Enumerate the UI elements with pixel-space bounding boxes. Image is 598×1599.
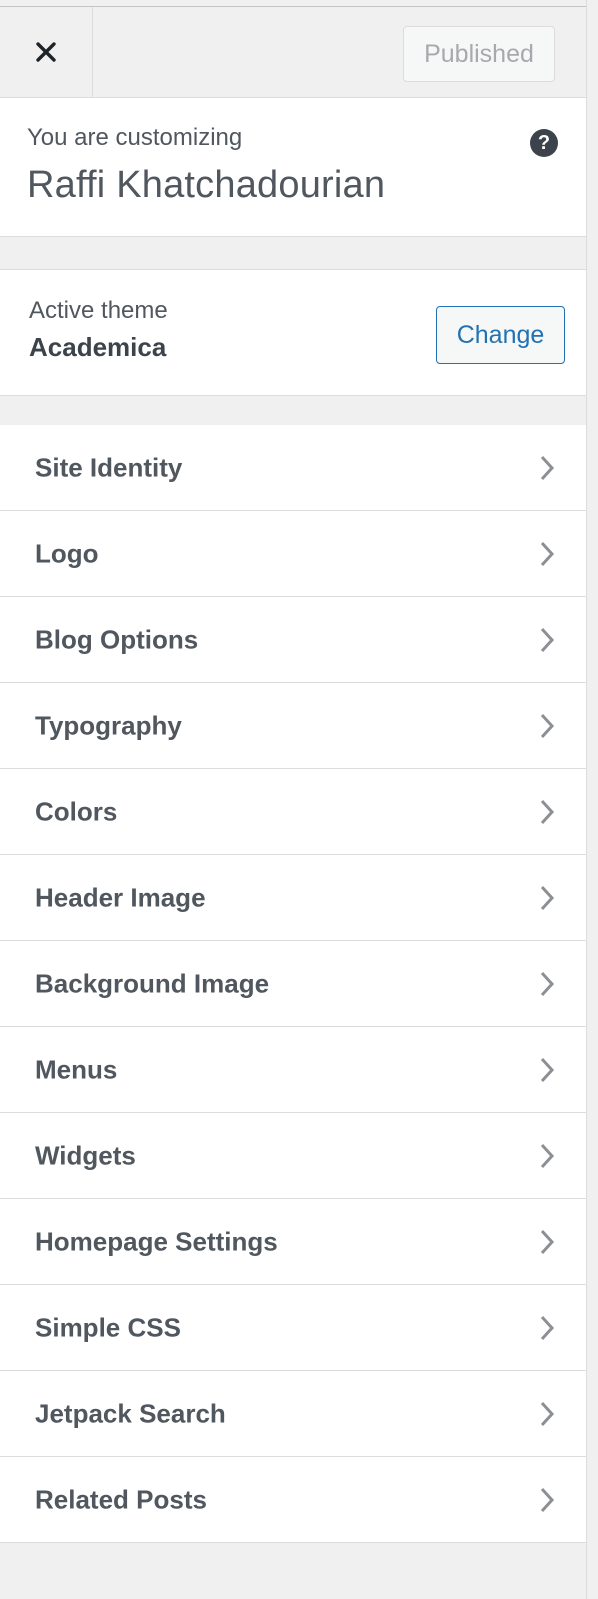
section-label: Typography [35,710,182,740]
help-icon[interactable]: ? [530,129,558,157]
section-item-menus[interactable]: Menus [0,1027,586,1113]
chevron-right-icon [540,541,555,566]
sections-list: Site Identity Logo Blog Options Typography C… [0,425,586,1543]
section-label: Header Image [35,882,206,912]
section-item-homepage-settings[interactable]: Homepage Settings [0,1199,586,1285]
active-theme-name: Academica [29,332,167,362]
chevron-right-icon [540,1057,555,1082]
section-label: Menus [35,1054,118,1084]
chevron-right-icon [540,799,555,824]
chevron-right-icon [540,1315,555,1340]
customizer-info: You are customizing Raffi Khatchadourian… [0,98,586,237]
chevron-right-icon [540,713,555,738]
section-item-colors[interactable]: Colors [0,769,586,855]
chevron-right-icon [540,1229,555,1254]
section-item-logo[interactable]: Logo [0,511,586,597]
customizer-header: Published [0,7,586,98]
section-label: Blog Options [35,624,199,654]
section-item-header-image[interactable]: Header Image [0,855,586,941]
close-icon [36,42,56,62]
chevron-right-icon [540,1401,555,1426]
section-item-simple-css[interactable]: Simple CSS [0,1285,586,1371]
active-theme-label: Active theme [29,297,168,324]
section-item-blog-options[interactable]: Blog Options [0,597,586,683]
section-label: Widgets [35,1140,136,1170]
section-label: Jetpack Search [35,1398,226,1428]
chevron-right-icon [540,971,555,996]
section-item-site-identity[interactable]: Site Identity [0,425,586,511]
chevron-right-icon [540,1487,555,1512]
section-label: Homepage Settings [35,1226,278,1256]
published-button[interactable]: Published [403,26,555,82]
change-theme-button[interactable]: Change [436,306,565,364]
customizing-label: You are customizing [27,124,243,151]
section-label: Related Posts [35,1484,207,1514]
customizer-sidebar: Published You are customizing Raffi Khat… [0,0,587,1599]
section-item-background-image[interactable]: Background Image [0,941,586,1027]
active-theme-panel: Active theme Academica Change [0,269,586,396]
section-label: Background Image [35,968,270,998]
close-button[interactable] [0,7,93,97]
section-item-jetpack-search[interactable]: Jetpack Search [0,1371,586,1457]
section-label: Logo [35,538,99,568]
section-label: Simple CSS [35,1312,181,1342]
section-item-typography[interactable]: Typography [0,683,586,769]
site-title: Raffi Khatchadourian [27,164,386,206]
section-label: Site Identity [35,452,183,482]
chevron-right-icon [540,455,555,480]
section-item-related-posts[interactable]: Related Posts [0,1457,586,1543]
chevron-right-icon [540,627,555,652]
chevron-right-icon [540,885,555,910]
chevron-right-icon [540,1143,555,1168]
section-label: Colors [35,796,118,826]
section-item-widgets[interactable]: Widgets [0,1113,586,1199]
